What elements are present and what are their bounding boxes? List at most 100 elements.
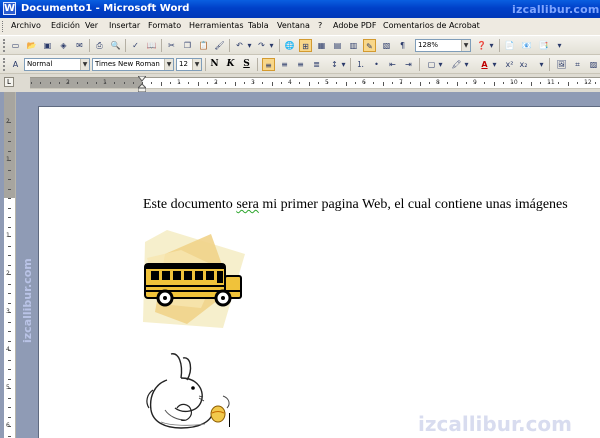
- toolbar-options-icon[interactable]: ▾: [556, 39, 563, 52]
- ruler-tick: [8, 236, 11, 237]
- document-map-icon[interactable]: ▧: [380, 39, 393, 52]
- misspelled-word[interactable]: sera: [236, 197, 259, 212]
- standard-toolbar: ▭ 📂 ▣ ◈ ✉ ⎙ 🔍 ✓ 📖 ✂ ❐ 📋 🖌 ↶ ▾ ↷ ▾ 🌐 ⊞ ▦ …: [0, 36, 600, 55]
- bunny-clipart[interactable]: [141, 350, 236, 430]
- font-select[interactable]: Times New Roman ▼: [92, 58, 174, 71]
- format-painter-icon[interactable]: 🖌: [213, 39, 226, 52]
- insert-picture-icon[interactable]: 🖼: [555, 58, 568, 71]
- undo-icon[interactable]: ↶: [233, 39, 246, 52]
- menu-insertar[interactable]: Insertar: [109, 21, 140, 30]
- word-app-icon[interactable]: W: [3, 2, 16, 15]
- styles-pane-icon[interactable]: A: [9, 58, 22, 71]
- superscript-icon[interactable]: x²: [503, 58, 516, 71]
- copy-icon[interactable]: ❐: [181, 39, 194, 52]
- ruler-tick: [244, 82, 245, 84]
- save-icon[interactable]: ▣: [41, 39, 54, 52]
- vertical-ruler[interactable]: 21123456: [4, 92, 16, 438]
- numbering-icon[interactable]: ⒈: [354, 58, 367, 71]
- new-document-icon[interactable]: ▭: [9, 39, 22, 52]
- ruler-tick: [309, 82, 310, 86]
- open-folder-icon[interactable]: 📂: [25, 39, 38, 52]
- align-right-icon[interactable]: ≡: [294, 58, 307, 71]
- insert-excel-icon[interactable]: ▤: [331, 39, 344, 52]
- menu-comentarios-acrobat[interactable]: Comentarios de Acrobat: [383, 21, 480, 30]
- line-spacing-dropdown-icon[interactable]: ▾: [340, 58, 347, 71]
- increase-indent-icon[interactable]: ⇥: [402, 58, 415, 71]
- separator: [419, 58, 420, 71]
- document-paragraph[interactable]: Este documento sera mi primer pagina Web…: [143, 197, 568, 213]
- italic-button[interactable]: K: [224, 58, 237, 71]
- document-page[interactable]: [38, 106, 600, 438]
- font-color-icon[interactable]: A: [478, 58, 491, 71]
- bold-button[interactable]: N: [208, 58, 221, 71]
- toolbar-grip[interactable]: [3, 39, 6, 52]
- text-wrap-icon[interactable]: ▨: [587, 58, 600, 71]
- menu-edicion[interactable]: Edición: [51, 21, 80, 30]
- undo-dropdown-icon[interactable]: ▾: [246, 39, 253, 52]
- highlight-dropdown-icon[interactable]: ▾: [463, 58, 470, 71]
- indent-marker-icon[interactable]: [138, 76, 146, 92]
- chevron-down-icon[interactable]: ▼: [192, 59, 201, 70]
- redo-dropdown-icon[interactable]: ▾: [268, 39, 275, 52]
- justify-icon[interactable]: ≣: [310, 58, 323, 71]
- toolbar-options-icon[interactable]: ▾: [488, 39, 495, 52]
- research-icon[interactable]: 📖: [145, 39, 158, 52]
- toolbar-options-icon[interactable]: ▾: [538, 58, 545, 71]
- ruler-tick: [521, 82, 522, 84]
- text-cursor: [229, 413, 230, 427]
- insert-table-icon[interactable]: ▦: [315, 39, 328, 52]
- bullets-icon[interactable]: •: [370, 58, 383, 71]
- menu-help[interactable]: ?: [318, 21, 322, 30]
- paste-icon[interactable]: 📋: [197, 39, 210, 52]
- show-hide-icon[interactable]: ¶: [396, 39, 409, 52]
- pdf-email-icon[interactable]: 📧: [520, 39, 533, 52]
- style-select[interactable]: Normal ▼: [24, 58, 90, 71]
- tab-selector-icon[interactable]: L: [4, 77, 14, 87]
- email-icon[interactable]: ✉: [73, 39, 86, 52]
- highlight-icon[interactable]: 🖍: [450, 58, 463, 71]
- menu-archivo[interactable]: Archivo: [11, 21, 41, 30]
- help-icon[interactable]: ❓: [475, 39, 488, 52]
- columns-icon[interactable]: ▥: [347, 39, 360, 52]
- crop-icon[interactable]: ⌗: [571, 58, 584, 71]
- underline-button[interactable]: S: [240, 58, 253, 71]
- font-size-value: 12: [179, 60, 188, 68]
- ruler-tick: [8, 122, 11, 123]
- print-preview-icon[interactable]: 🔍: [109, 39, 122, 52]
- cut-icon[interactable]: ✂: [165, 39, 178, 52]
- chevron-down-icon[interactable]: ▼: [80, 59, 89, 70]
- pdf-convert-icon[interactable]: 📄: [503, 39, 516, 52]
- drawing-icon[interactable]: ✎: [363, 39, 376, 52]
- chevron-down-icon[interactable]: ▼: [164, 59, 173, 70]
- ruler-tick: [346, 82, 347, 86]
- menu-adobe-pdf[interactable]: Adobe PDF: [333, 21, 376, 30]
- menu-tabla[interactable]: Tabla: [248, 21, 269, 30]
- font-size-select[interactable]: 12 ▼: [176, 58, 202, 71]
- ruler-tick: [253, 82, 254, 84]
- align-left-icon[interactable]: ≡: [262, 58, 275, 71]
- border-dropdown-icon[interactable]: ▾: [437, 58, 444, 71]
- menu-ventana[interactable]: Ventana: [277, 21, 310, 30]
- subscript-icon[interactable]: x₂: [517, 58, 530, 71]
- hyperlink-icon[interactable]: 🌐: [283, 39, 296, 52]
- horizontal-ruler[interactable]: 21123456789101112: [30, 77, 600, 89]
- menu-herramientas[interactable]: Herramientas: [189, 21, 244, 30]
- menu-ver[interactable]: Ver: [85, 21, 98, 30]
- tables-borders-icon[interactable]: ⊞: [299, 39, 312, 52]
- ruler-tick: [531, 82, 532, 86]
- font-color-dropdown-icon[interactable]: ▾: [491, 58, 498, 71]
- align-center-icon[interactable]: ≡: [278, 58, 291, 71]
- zoom-select[interactable]: 128% ▼: [415, 39, 471, 52]
- redo-icon[interactable]: ↷: [255, 39, 268, 52]
- chevron-down-icon[interactable]: ▼: [461, 40, 470, 51]
- permission-icon[interactable]: ◈: [57, 39, 70, 52]
- menu-grip[interactable]: [2, 21, 5, 32]
- spelling-icon[interactable]: ✓: [129, 39, 142, 52]
- school-bus-clipart[interactable]: [141, 228, 246, 330]
- toolbar-grip[interactable]: [3, 58, 6, 71]
- decrease-indent-icon[interactable]: ⇤: [386, 58, 399, 71]
- menu-formato[interactable]: Formato: [148, 21, 181, 30]
- ruler-tick: [475, 82, 476, 84]
- pdf-review-icon[interactable]: 📑: [537, 39, 550, 52]
- print-icon[interactable]: ⎙: [93, 39, 106, 52]
